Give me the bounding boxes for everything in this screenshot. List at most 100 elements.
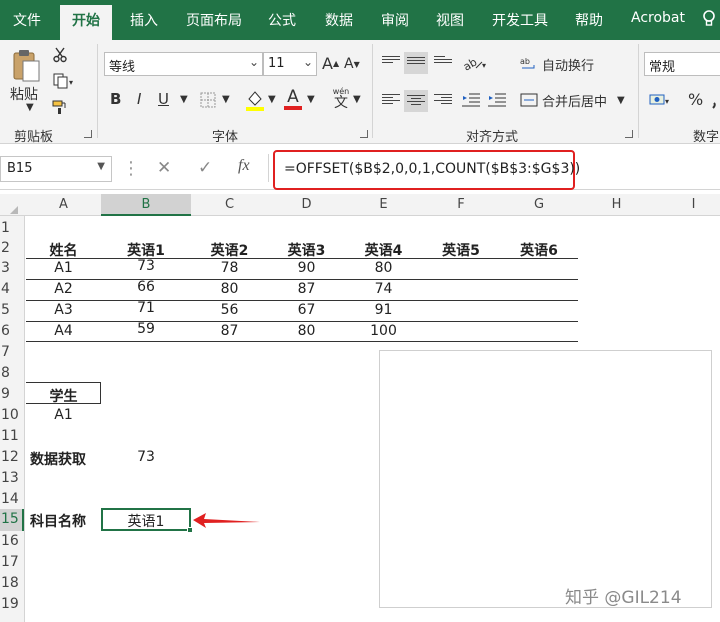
insert-function-icon[interactable]: fx	[238, 157, 250, 175]
select-all-icon[interactable]	[10, 206, 18, 214]
lookup-label[interactable]: 数据获取	[30, 449, 86, 469]
tab-view[interactable]: 视图	[436, 10, 464, 30]
column-header-a[interactable]: A	[26, 194, 101, 216]
decrease-indent-icon[interactable]	[460, 90, 482, 110]
paste-button[interactable]: 粘贴	[10, 84, 38, 104]
table-header-english5[interactable]: 英语5	[422, 240, 500, 260]
font-name-select[interactable]: 等线 ⌄	[104, 52, 263, 76]
italic-button[interactable]: I	[137, 90, 141, 108]
table-cell[interactable]: 87	[191, 323, 268, 339]
subject-value[interactable]: 英语1	[101, 511, 191, 531]
table-header-name[interactable]: 姓名	[26, 240, 101, 260]
table-header-english2[interactable]: 英语2	[191, 240, 268, 260]
table-cell[interactable]: 80	[268, 323, 345, 339]
table-cell[interactable]: 100	[345, 323, 422, 339]
increase-indent-icon[interactable]	[486, 90, 508, 110]
row-header-5[interactable]: 5	[0, 302, 24, 318]
row-header-1[interactable]: 1	[0, 220, 24, 236]
copy-icon[interactable]: ▾	[52, 72, 74, 90]
tab-home[interactable]: 开始	[60, 5, 112, 40]
grow-font-button[interactable]: A ▲	[322, 54, 339, 73]
column-header-d[interactable]: D	[268, 194, 345, 216]
tab-insert[interactable]: 插入	[130, 10, 158, 30]
table-cell[interactable]: 87	[268, 281, 345, 297]
merge-center-button[interactable]: 合并后居中 ▼	[520, 90, 625, 110]
column-header-h[interactable]: H	[578, 194, 655, 216]
align-right-icon[interactable]	[434, 92, 452, 110]
fill-color-icon[interactable]	[244, 88, 266, 112]
tab-page-layout[interactable]: 页面布局	[186, 10, 242, 30]
row-header-17[interactable]: 17	[0, 554, 24, 570]
lightbulb-icon[interactable]	[702, 10, 716, 32]
table-cell[interactable]: 59	[101, 321, 191, 337]
chart-placeholder[interactable]	[379, 350, 712, 608]
table-cell[interactable]: 91	[345, 302, 422, 318]
table-cell[interactable]: A4	[26, 323, 101, 339]
underline-dropdown-icon[interactable]: ▼	[180, 94, 188, 105]
borders-icon[interactable]	[198, 90, 218, 110]
confirm-icon[interactable]: ✓	[198, 158, 212, 178]
table-header-english1[interactable]: 英语1	[101, 240, 191, 260]
table-header-english6[interactable]: 英语6	[500, 240, 578, 260]
table-header-english3[interactable]: 英语3	[268, 240, 345, 260]
table-cell[interactable]: A3	[26, 302, 101, 318]
accounting-format-icon[interactable]: ▾	[648, 90, 672, 110]
row-header-10[interactable]: 10	[0, 407, 24, 423]
table-cell[interactable]: 74	[345, 281, 422, 297]
cancel-icon[interactable]: ✕	[157, 158, 171, 178]
font-size-select[interactable]: 11 ⌄	[263, 52, 317, 76]
tab-help[interactable]: 帮助	[575, 10, 603, 30]
font-color-dropdown-icon[interactable]: ▼	[307, 94, 315, 105]
tab-file[interactable]: 文件	[13, 10, 41, 30]
table-cell[interactable]: 78	[191, 260, 268, 276]
clipboard-launcher-icon[interactable]	[84, 130, 92, 138]
table-cell[interactable]: A2	[26, 281, 101, 297]
cut-icon[interactable]	[52, 46, 68, 64]
fill-color-dropdown-icon[interactable]: ▼	[268, 94, 276, 105]
row-header-14[interactable]: 14	[0, 491, 24, 507]
orientation-icon[interactable]: ab ▾	[460, 52, 490, 74]
lookup-value[interactable]: 73	[101, 449, 191, 465]
column-header-f[interactable]: F	[422, 194, 500, 216]
table-cell[interactable]: 80	[345, 260, 422, 276]
row-header-4[interactable]: 4	[0, 281, 24, 297]
tab-formulas[interactable]: 公式	[268, 10, 296, 30]
table-cell[interactable]: 90	[268, 260, 345, 276]
bottom-align-icon[interactable]	[434, 54, 452, 72]
bold-button[interactable]: B	[110, 90, 121, 108]
subject-label[interactable]: 科目名称	[30, 511, 86, 531]
alignment-launcher-icon[interactable]	[625, 130, 633, 138]
tab-review[interactable]: 审阅	[381, 10, 409, 30]
middle-align-icon[interactable]	[404, 52, 428, 74]
table-cell[interactable]: 80	[191, 281, 268, 297]
top-align-icon[interactable]	[382, 54, 400, 72]
format-painter-icon[interactable]	[52, 98, 68, 116]
table-cell[interactable]: 67	[268, 302, 345, 318]
table-cell[interactable]: 71	[101, 300, 191, 316]
row-header-18[interactable]: 18	[0, 575, 24, 591]
merge-dropdown-icon[interactable]: ▼	[617, 95, 625, 106]
align-left-icon[interactable]	[382, 92, 400, 110]
paste-icon[interactable]	[8, 46, 44, 86]
student-value[interactable]: A1	[26, 407, 101, 423]
column-header-c[interactable]: C	[191, 194, 268, 216]
font-color-button[interactable]: A	[283, 86, 303, 112]
align-center-icon[interactable]	[404, 90, 428, 112]
wrap-text-button[interactable]: ab 自动换行	[520, 54, 594, 74]
table-header-english4[interactable]: 英语4	[345, 240, 422, 260]
table-cell[interactable]: 56	[191, 302, 268, 318]
row-header-9[interactable]: 9	[0, 386, 24, 402]
column-header-i[interactable]: I	[655, 194, 720, 216]
column-header-g[interactable]: G	[500, 194, 578, 216]
number-format-select[interactable]: 常规	[644, 52, 720, 76]
tab-data[interactable]: 数据	[325, 10, 353, 30]
tab-acrobat[interactable]: Acrobat	[631, 10, 685, 26]
row-header-2[interactable]: 2	[0, 240, 24, 256]
column-header-b[interactable]: B	[101, 194, 191, 216]
phonetic-guide-button[interactable]: wén 文	[330, 86, 352, 112]
phonetic-dropdown-icon[interactable]: ▼	[353, 94, 361, 105]
table-cell[interactable]: 66	[101, 279, 191, 295]
table-cell[interactable]: A1	[26, 260, 101, 276]
shrink-font-button[interactable]: A ▼	[344, 56, 360, 72]
row-header-6[interactable]: 6	[0, 323, 24, 339]
